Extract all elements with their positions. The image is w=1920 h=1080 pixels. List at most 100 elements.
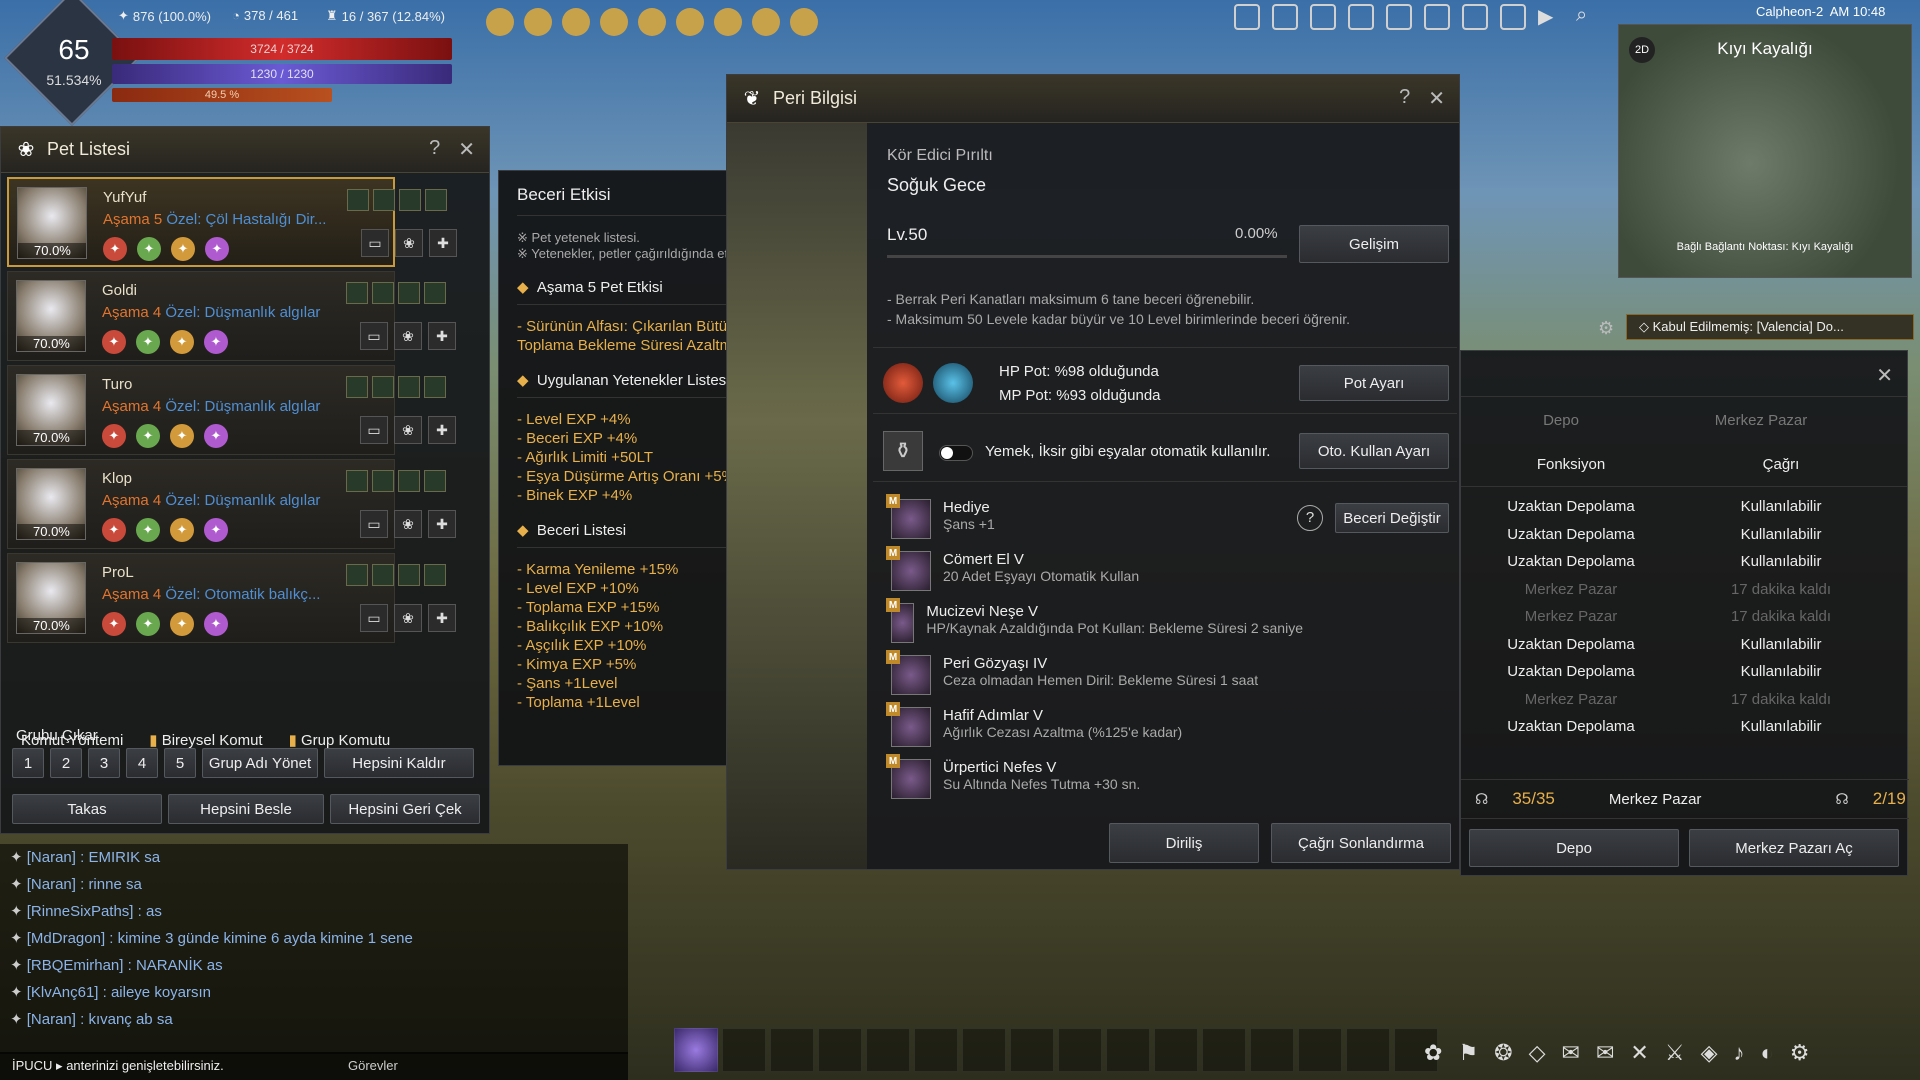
talent-icon[interactable]: ✦	[170, 424, 194, 448]
group-3-button[interactable]: 3	[88, 748, 120, 778]
hotbar-slot[interactable]	[1298, 1028, 1342, 1072]
help-icon[interactable]: ?	[1399, 86, 1410, 111]
skill-icon[interactable]	[346, 564, 368, 586]
skill-icon[interactable]	[372, 282, 394, 304]
hotbar-slot[interactable]	[1250, 1028, 1294, 1072]
buff-icon[interactable]	[524, 8, 552, 36]
skill-icon[interactable]	[399, 189, 421, 211]
storage-row[interactable]: Merkez Pazar 17 dakika kaldı	[1461, 576, 1907, 604]
storage-row[interactable]: Merkez Pazar 17 dakika kaldı	[1461, 686, 1907, 714]
talent-icon[interactable]: ✦	[204, 424, 228, 448]
skill-icon[interactable]	[373, 189, 395, 211]
pot-settings-button[interactable]: Pot Ayarı	[1299, 365, 1449, 401]
skill-icon[interactable]	[346, 470, 368, 492]
hotbar-slot[interactable]	[818, 1028, 862, 1072]
skill-icon[interactable]	[398, 470, 420, 492]
recall-all-button[interactable]: Hepsini Geri Çek	[330, 794, 480, 824]
buff-icon[interactable]	[600, 8, 628, 36]
skill-icon[interactable]	[425, 189, 447, 211]
skill-icon[interactable]	[346, 376, 368, 398]
pet-card[interactable]: 70.0% ProL Aşama 4 Özel: Otomatik balıkç…	[7, 553, 456, 643]
hotbar-slot[interactable]	[770, 1028, 814, 1072]
menu-icon[interactable]	[1348, 4, 1374, 30]
tray-icon[interactable]: ◈	[1701, 1040, 1718, 1066]
talent-icon[interactable]: ✦	[137, 237, 161, 261]
fairy-skill[interactable]: M Mucizevi Neşe V HP/Kaynak Azaldığında Po…	[873, 598, 1303, 655]
talent-icon[interactable]: ✦	[102, 612, 126, 636]
skill-icon[interactable]	[398, 282, 420, 304]
talent-icon[interactable]: ✦	[136, 518, 160, 542]
group-command-option[interactable]: ▮ Grup Komutu	[289, 731, 391, 749]
feed-icon[interactable]: ▭	[360, 322, 388, 350]
hotbar-slot[interactable]	[1202, 1028, 1246, 1072]
skill-icon[interactable]	[424, 564, 446, 586]
buff-icon[interactable]	[676, 8, 704, 36]
skill-icon[interactable]	[398, 376, 420, 398]
group-name-manage-button[interactable]: Grup Adı Yönet	[202, 748, 318, 778]
feed-icon[interactable]: ▭	[360, 416, 388, 444]
settings-gear-icon[interactable]: ⚙	[1790, 1040, 1810, 1066]
auto-use-settings-button[interactable]: Oto. Kullan Ayarı	[1299, 433, 1449, 469]
revive-button[interactable]: Diriliş	[1109, 823, 1259, 863]
pet-card[interactable]: 70.0% Goldi Aşama 4 Özel: Düşmanlık algı…	[7, 271, 456, 361]
paw-icon[interactable]: ❀	[394, 322, 422, 350]
group-4-button[interactable]: 4	[126, 748, 158, 778]
end-summon-button[interactable]: Çağrı Sonlandırma	[1271, 823, 1451, 863]
skill-icon[interactable]	[346, 282, 368, 304]
change-skill-button[interactable]: Beceri Değiştir	[1335, 503, 1449, 533]
buff-icon[interactable]	[790, 8, 818, 36]
feed-icon[interactable]: ▭	[360, 510, 388, 538]
paw-icon[interactable]: ❀	[394, 416, 422, 444]
tray-icon[interactable]: ✿	[1424, 1040, 1442, 1066]
storage-row[interactable]: Uzaktan Depolama Kullanılabilir	[1461, 658, 1907, 686]
storage-row[interactable]: Merkez Pazar 17 dakika kaldı	[1461, 603, 1907, 631]
search-icon[interactable]: ⌕	[1576, 4, 1602, 30]
swap-button[interactable]: Takas	[12, 794, 162, 824]
tray-icon[interactable]: ⚔	[1665, 1040, 1685, 1066]
feed-icon[interactable]: ▭	[361, 229, 389, 257]
storage-row[interactable]: Uzaktan Depolama Kullanılabilir	[1461, 521, 1907, 549]
storage-row[interactable]: Uzaktan Depolama Kullanılabilir	[1461, 713, 1907, 741]
talent-icon[interactable]: ✦	[171, 237, 195, 261]
close-icon[interactable]: ✕	[1428, 86, 1445, 111]
skill-icon[interactable]	[424, 376, 446, 398]
skill-icon[interactable]	[372, 376, 394, 398]
hotbar-slot[interactable]	[1154, 1028, 1198, 1072]
talent-icon[interactable]: ✦	[204, 518, 228, 542]
fairy-skill[interactable]: M Peri Gözyaşı IV Ceza olmadan Hemen Diril…	[873, 650, 1303, 707]
talent-icon[interactable]: ✦	[205, 237, 229, 261]
fairy-skill[interactable]: M Ürpertici Nefes V Su Altında Nefes Tutma…	[873, 754, 1303, 811]
buff-icon[interactable]	[562, 8, 590, 36]
skill-icon[interactable]	[372, 564, 394, 586]
paw-icon[interactable]: ❀	[394, 604, 422, 632]
menu-icon[interactable]	[1424, 4, 1450, 30]
hotbar-slot[interactable]	[722, 1028, 766, 1072]
grow-button[interactable]: Gelişim	[1299, 225, 1449, 263]
play-icon[interactable]: ▶	[1538, 4, 1564, 30]
talent-icon[interactable]: ✦	[136, 424, 160, 448]
gift-icon[interactable]: ✚	[428, 510, 456, 538]
tray-icon[interactable]: ⚑	[1458, 1040, 1478, 1066]
storage-row[interactable]: Uzaktan Depolama Kullanılabilir	[1461, 493, 1907, 521]
hotbar-slot[interactable]	[1010, 1028, 1054, 1072]
fairy-skill[interactable]: M Hediye Şans +1	[873, 494, 1303, 551]
storage-row[interactable]: Uzaktan Depolama Kullanılabilir	[1461, 548, 1907, 576]
gift-icon[interactable]: ✉	[1562, 1040, 1580, 1066]
buff-icon[interactable]	[714, 8, 742, 36]
pet-list-titlebar[interactable]: ❀ Pet Listesi ? ✕	[1, 127, 489, 173]
mail-icon[interactable]: ✉	[1596, 1040, 1614, 1066]
gift-icon[interactable]: ✚	[428, 322, 456, 350]
pet-card[interactable]: 70.0% YufYuf Aşama 5 Özel: Çöl Hastalığı…	[7, 177, 457, 267]
skill-icon[interactable]	[424, 470, 446, 492]
talent-icon[interactable]: ✦	[170, 518, 194, 542]
group-2-button[interactable]: 2	[50, 748, 82, 778]
hotbar-slot[interactable]	[1106, 1028, 1150, 1072]
gift-icon[interactable]: ✚	[429, 229, 457, 257]
group-1-button[interactable]: 1	[12, 748, 44, 778]
menu-icon[interactable]	[1310, 4, 1336, 30]
buff-icon[interactable]	[638, 8, 666, 36]
close-icon[interactable]: ✕	[1876, 363, 1893, 388]
gift-icon[interactable]: ✚	[428, 416, 456, 444]
storage-row[interactable]: Uzaktan Depolama Kullanılabilir	[1461, 631, 1907, 659]
tray-icon[interactable]: ❂	[1494, 1040, 1512, 1066]
